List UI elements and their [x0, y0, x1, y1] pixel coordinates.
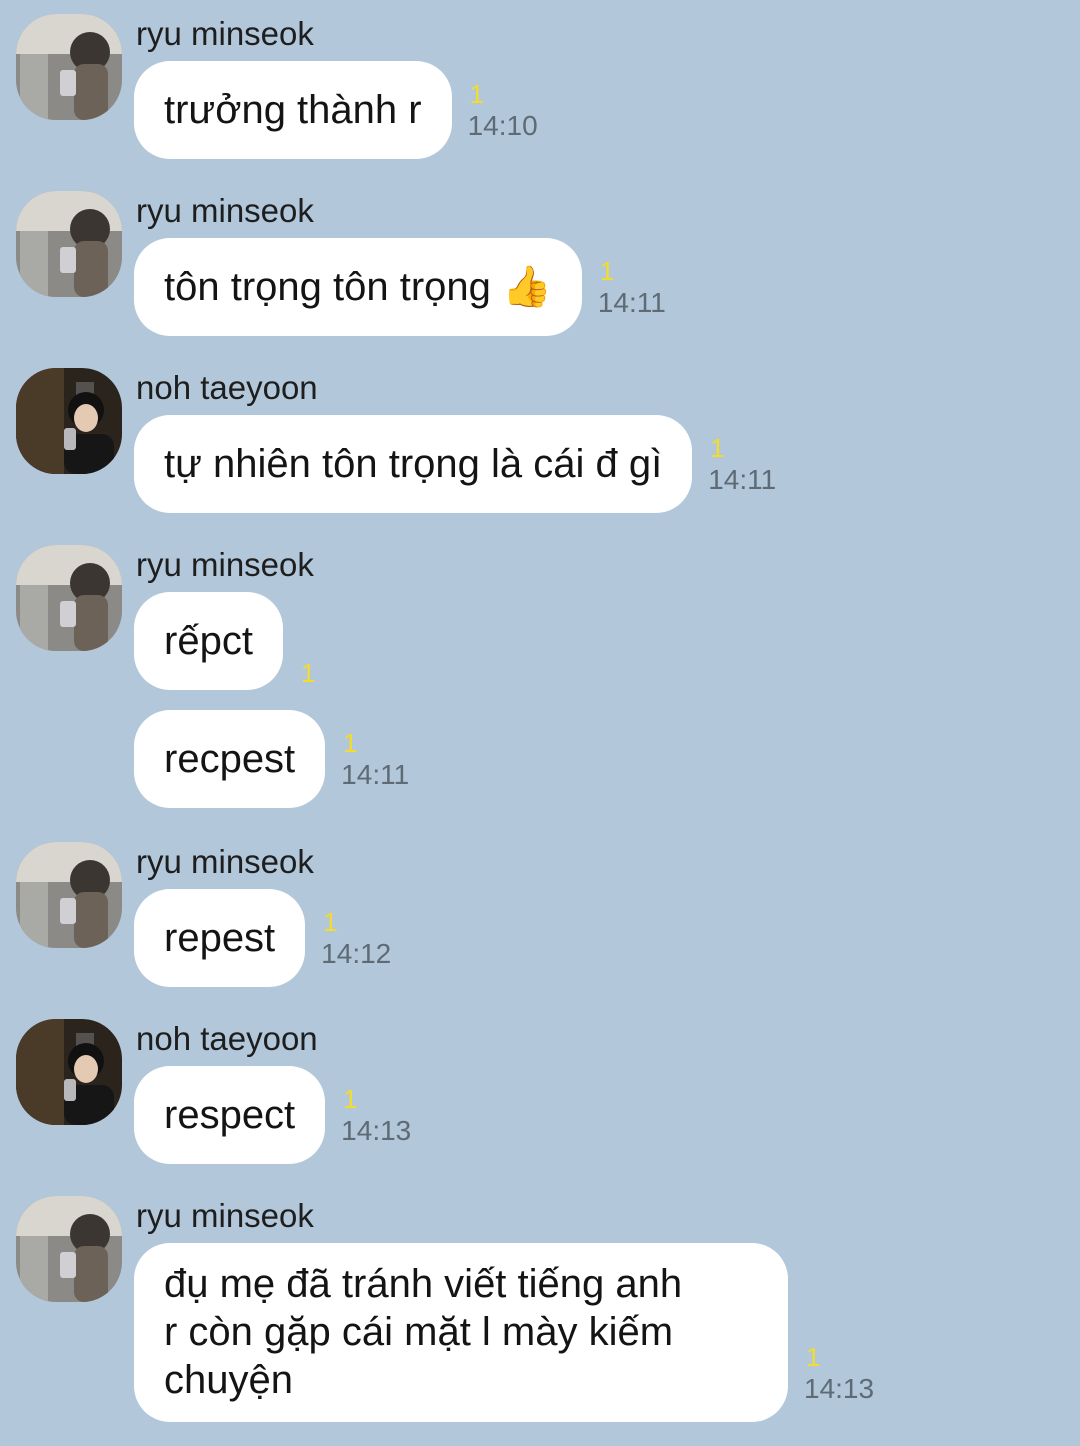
- message-bubble[interactable]: rếpct: [134, 592, 283, 690]
- message-row: respect 1 14:13: [134, 1066, 419, 1164]
- sender-name: noh taeyoon: [136, 1020, 318, 1057]
- avatar-noh-taeyoon[interactable]: [16, 1019, 122, 1125]
- timestamp: 14:11: [341, 759, 410, 790]
- message-bubble[interactable]: repest: [134, 889, 306, 987]
- message-meta: 1 14:11: [339, 728, 419, 808]
- avatar-noh-taeyoon[interactable]: [16, 368, 122, 474]
- sender-name: ryu minseok: [136, 843, 314, 880]
- unread-count: 1: [710, 433, 725, 463]
- sender-name: ryu minseok: [136, 192, 314, 229]
- message-row: repest 1 14:12: [134, 889, 399, 987]
- avatar-ryu-minseok[interactable]: [16, 842, 122, 948]
- timestamp: 14:11: [708, 464, 777, 495]
- message-meta: 1 14:12: [319, 907, 399, 987]
- message-meta: 1 14:10: [466, 79, 546, 159]
- unread-count: 1: [300, 658, 316, 688]
- message-meta: 1: [297, 650, 377, 690]
- message-line: đụ mẹ đã tránh viết tiếng anh: [164, 1262, 683, 1306]
- message-line: chuyện: [164, 1358, 293, 1402]
- message-row: rếpct 1: [134, 592, 377, 690]
- timestamp: 14:12: [321, 938, 392, 969]
- avatar-ryu-minseok[interactable]: [16, 545, 122, 651]
- message-row: tôn trọng tôn trọng 👍 1 14:11: [134, 238, 676, 336]
- timestamp: 14:13: [341, 1115, 412, 1146]
- timestamp: 14:11: [597, 287, 666, 318]
- message-row: trưởng thành r 1 14:10: [134, 61, 546, 159]
- message-bubble[interactable]: trưởng thành r: [134, 61, 452, 159]
- unread-count: 1: [343, 1084, 358, 1114]
- avatar-ryu-minseok[interactable]: [16, 191, 122, 297]
- message-row: recpest 1 14:11: [134, 710, 419, 808]
- timestamp: 14:10: [467, 110, 538, 141]
- unread-count: 1: [599, 256, 615, 286]
- message-bubble[interactable]: recpest: [134, 710, 326, 808]
- message-meta: 1 14:11: [706, 433, 786, 513]
- sender-name: ryu minseok: [136, 1197, 314, 1234]
- avatar-ryu-minseok[interactable]: [16, 1196, 122, 1302]
- message-row: đụ mẹ đã tránh viết tiếng anh r còn gặp …: [134, 1243, 882, 1422]
- unread-count: 1: [806, 1342, 821, 1372]
- message-bubble[interactable]: đụ mẹ đã tránh viết tiếng anh r còn gặp …: [134, 1243, 788, 1422]
- chat-message-list[interactable]: ryu minseok trưởng thành r 1 14:10 ryu min…: [0, 0, 1080, 1446]
- message-meta: 1 14:13: [339, 1084, 419, 1164]
- sender-name: ryu minseok: [136, 546, 314, 583]
- unread-count: 1: [323, 907, 338, 937]
- unread-count: 1: [469, 79, 485, 109]
- sender-name: noh taeyoon: [136, 369, 318, 406]
- message-row: tự nhiên tôn trọng là cái đ gì 1 14:11: [134, 415, 786, 513]
- message-line: r còn gặp cái mặt l mày kiếm: [164, 1310, 674, 1354]
- message-bubble[interactable]: respect: [134, 1066, 326, 1164]
- timestamp: 14:13: [804, 1373, 875, 1404]
- message-bubble[interactable]: tôn trọng tôn trọng 👍: [134, 238, 582, 336]
- unread-count: 1: [343, 728, 358, 758]
- message-bubble[interactable]: tự nhiên tôn trọng là cái đ gì: [134, 415, 693, 513]
- message-meta: 1 14:13: [802, 1342, 882, 1422]
- avatar-ryu-minseok[interactable]: [16, 14, 122, 120]
- sender-name: ryu minseok: [136, 15, 314, 52]
- message-meta: 1 14:11: [596, 256, 676, 336]
